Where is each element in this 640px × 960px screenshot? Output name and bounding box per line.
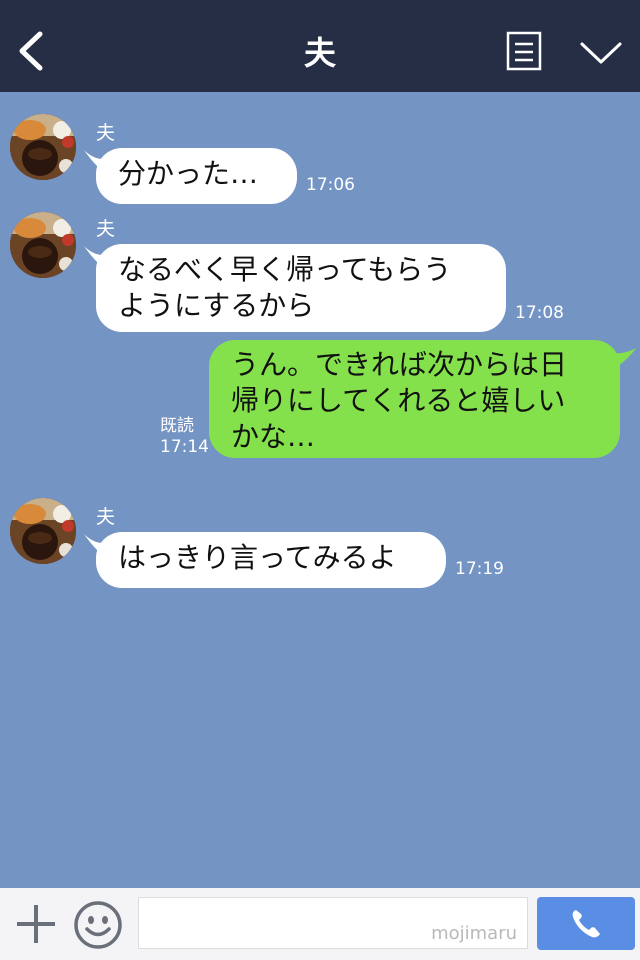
message-bubble[interactable]: 分かった… [96,148,297,204]
note-button[interactable] [506,31,542,71]
watermark-text: mojimaru [431,923,517,944]
chat-header: 夫 [0,0,640,92]
message-time: 17:08 [515,303,564,323]
menu-toggle-button[interactable] [579,38,623,68]
bubble-tail-outgoing [606,348,636,370]
sender-name: 夫 [96,122,116,144]
sender-avatar[interactable] [10,498,76,564]
sender-avatar[interactable] [10,114,76,180]
message-input[interactable]: mojimaru [138,897,528,949]
chevron-left-icon [19,31,43,71]
message-time: 17:19 [455,559,504,579]
sender-name: 夫 [96,218,116,240]
sender-avatar[interactable] [10,212,76,278]
smiley-icon [74,901,122,949]
message-bubble[interactable]: なるべく早く帰ってもらう ようにするから [96,244,506,332]
message-list[interactable]: 夫 分かった… 17:06 夫 なるべく早く帰ってもらう ようにするから 17:… [0,92,640,888]
plus-icon [17,905,55,943]
note-icon [506,31,542,71]
chevron-down-icon [580,42,622,64]
add-button[interactable] [14,902,58,946]
message-bubble[interactable]: はっきり言ってみるよ [96,532,446,588]
read-receipt: 既読 17:14 [160,416,209,458]
call-button[interactable] [537,897,635,950]
message-time: 17:14 [160,437,209,457]
emoji-button[interactable] [73,900,123,950]
back-button[interactable] [14,30,50,72]
sender-name: 夫 [96,506,116,528]
chat-title: 夫 [303,34,336,72]
read-label: 既読 [160,416,194,436]
message-time: 17:06 [306,175,355,195]
message-bubble-outgoing[interactable]: うん。できれば次からは日 帰りにしてくれると嬉しい かな… [209,340,620,458]
phone-icon [572,910,600,938]
